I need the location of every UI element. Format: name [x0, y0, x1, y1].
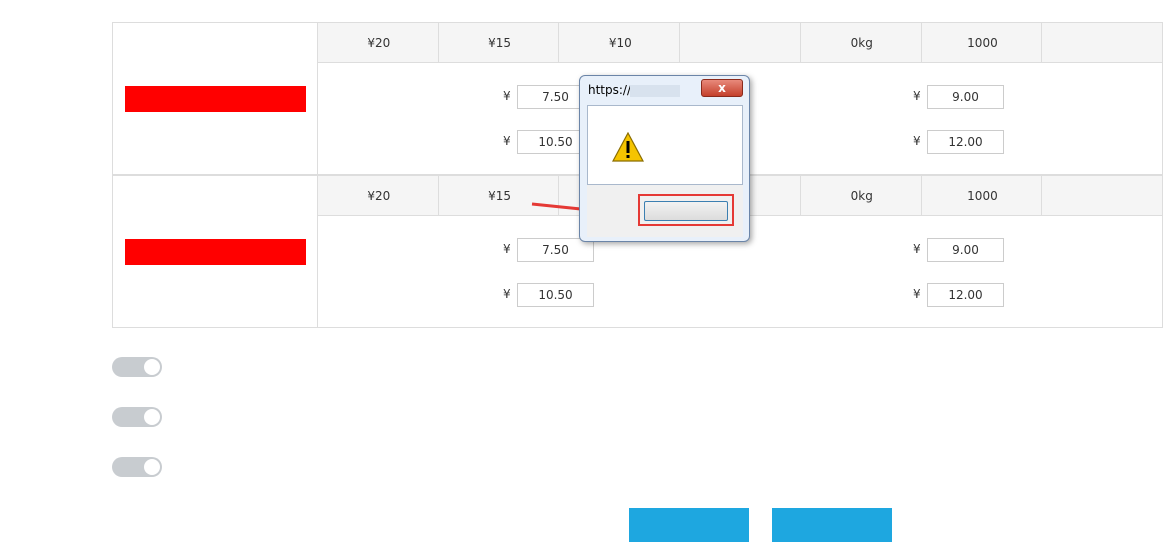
header-value: ¥15: [488, 35, 512, 50]
warning-icon: [612, 132, 644, 162]
header-cell: 1000: [922, 23, 1043, 62]
header-cell: ¥10: [559, 23, 681, 62]
toggle-knob: [144, 409, 160, 425]
price-input[interactable]: [927, 85, 1004, 109]
title-redaction: [630, 85, 680, 97]
attribute-header-row: ¥20 ¥15 ¥10 0kg 1000: [318, 23, 1162, 63]
page-root: ¥20 ¥15 ¥10 0kg 1000 ¥ ¥ ¥ ¥: [0, 0, 1163, 542]
header-value: ¥20: [367, 35, 391, 50]
price-input[interactable]: [927, 238, 1004, 262]
switch-toggle[interactable]: [112, 407, 162, 427]
save-button[interactable]: [629, 508, 749, 542]
currency-symbol: ¥: [503, 287, 511, 301]
currency-symbol: ¥: [913, 89, 921, 103]
attribute-color-cell: [113, 23, 318, 174]
header-cell: ¥15: [439, 23, 560, 62]
header-cell: [1042, 176, 1162, 215]
header-value: ¥15: [488, 188, 512, 203]
header-cell: ¥20: [318, 23, 439, 62]
header-value: 0kg: [850, 188, 873, 203]
dialog-body: [587, 105, 743, 185]
header-cell: 0kg: [801, 176, 922, 215]
ok-button[interactable]: [644, 201, 728, 221]
price-row: ¥ ¥: [318, 283, 1162, 307]
highlight-box: [638, 194, 734, 226]
header-cell: ¥20: [318, 176, 439, 215]
header-value: 1000: [967, 188, 998, 203]
currency-symbol: ¥: [913, 242, 921, 256]
header-value: ¥20: [367, 188, 391, 203]
switch-toggle[interactable]: [112, 357, 162, 377]
price-input[interactable]: [927, 130, 1004, 154]
color-tag: [125, 239, 306, 265]
currency-symbol: ¥: [503, 134, 511, 148]
price-input[interactable]: [517, 283, 594, 307]
toggle-knob: [144, 459, 160, 475]
header-cell: [1042, 23, 1162, 62]
currency-symbol: ¥: [503, 89, 511, 103]
header-cell: [680, 23, 801, 62]
color-tag: [125, 86, 306, 112]
cancel-button[interactable]: [772, 508, 892, 542]
currency-symbol: ¥: [503, 242, 511, 256]
attribute-color-cell: [113, 176, 318, 327]
header-cell: 1000: [922, 176, 1043, 215]
currency-symbol: ¥: [913, 287, 921, 301]
header-cell: 0kg: [801, 23, 922, 62]
close-icon: x: [718, 81, 726, 95]
switch-toggle[interactable]: [112, 457, 162, 477]
header-value: 0kg: [850, 35, 873, 50]
dialog-close-button[interactable]: x: [701, 79, 743, 97]
toggle-knob: [144, 359, 160, 375]
alert-dialog: https://pr x: [579, 75, 750, 242]
header-value: ¥10: [608, 35, 632, 50]
dialog-footer: [587, 185, 743, 237]
header-value: 1000: [967, 35, 998, 50]
currency-symbol: ¥: [913, 134, 921, 148]
price-input[interactable]: [927, 283, 1004, 307]
